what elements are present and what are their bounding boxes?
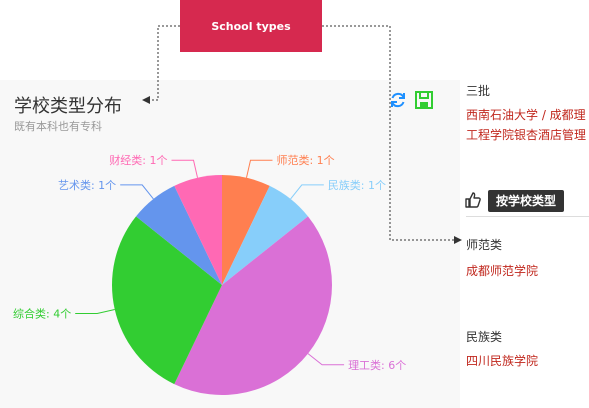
divider xyxy=(466,216,589,217)
group-heading-ethnic: 民族类 xyxy=(466,330,503,344)
school-link-sichuan-ethnic[interactable]: 四川民族学院 xyxy=(466,352,538,369)
save-icon[interactable] xyxy=(414,90,434,110)
sort-by-school-type-button[interactable]: 按学校类型 xyxy=(488,190,565,212)
school-list-line-2[interactable]: 工程学院银杏酒店管理 xyxy=(466,126,586,143)
refresh-icon[interactable] xyxy=(388,90,408,110)
group-heading-normal: 师范类 xyxy=(466,238,503,252)
school-list-line-1[interactable]: 西南石油大学 / 成都理 xyxy=(466,106,586,123)
callout-label: School types xyxy=(211,19,291,33)
batch-heading: 三批 xyxy=(466,84,491,98)
chart-title: 学校类型分布 xyxy=(14,96,122,117)
chart-subtitle: 既有本科也有专科 xyxy=(14,120,102,133)
callout-school-types: School types xyxy=(180,0,322,52)
school-link-chengdu-normal[interactable]: 成都师范学院 xyxy=(466,262,538,279)
thumbs-up-icon xyxy=(465,192,481,208)
